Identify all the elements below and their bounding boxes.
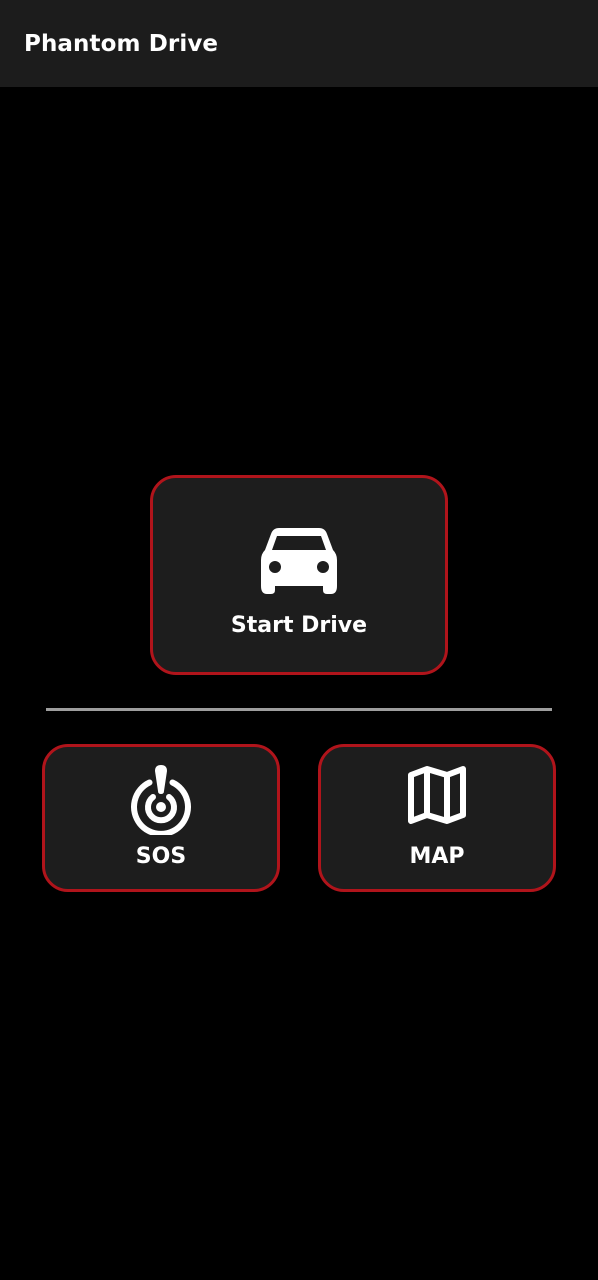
app-title: Phantom Drive: [24, 31, 219, 57]
sos-label: SOS: [135, 844, 187, 869]
map-button[interactable]: MAP: [318, 744, 556, 892]
start-drive-button[interactable]: Start Drive: [150, 475, 448, 675]
car-icon: [261, 528, 337, 594]
divider: [46, 708, 552, 711]
app-bar: Phantom Drive: [0, 0, 598, 87]
start-drive-label: Start Drive: [230, 613, 368, 638]
map-label: MAP: [409, 844, 465, 869]
sos-button[interactable]: SOS: [42, 744, 280, 892]
map-icon: [408, 766, 466, 824]
sos-beacon-icon: [131, 765, 191, 835]
